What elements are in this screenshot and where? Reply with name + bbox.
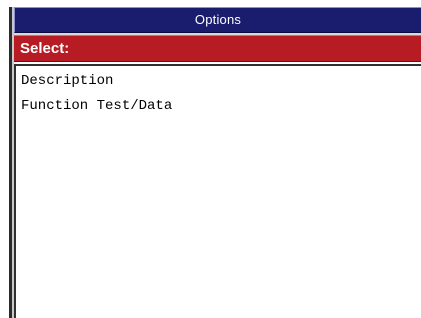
window-title-bar: Options	[14, 7, 421, 33]
window-title: Options	[194, 12, 242, 27]
options-window: Options Select: Description Function Tes…	[0, 0, 421, 318]
select-label: Select:	[20, 40, 70, 57]
list-item-function-test-data[interactable]: Function Test/Data	[16, 94, 421, 119]
select-header: Select:	[14, 35, 421, 62]
list-item-description[interactable]: Description	[16, 69, 421, 94]
options-list[interactable]: Description Function Test/Data	[14, 64, 421, 318]
